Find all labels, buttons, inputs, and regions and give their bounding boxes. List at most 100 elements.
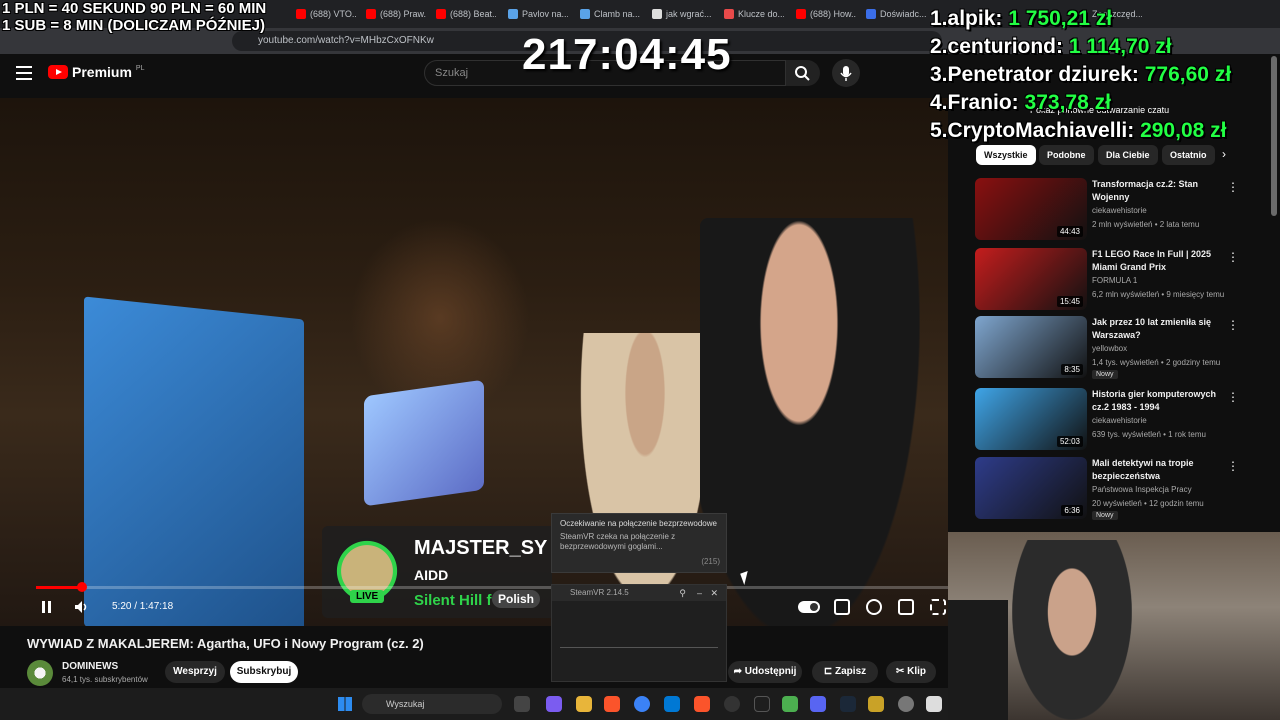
browser-tab[interactable]: Clamb na... [580, 4, 640, 24]
browser-tab[interactable]: (688) How... [796, 4, 856, 24]
browser-tab[interactable]: Doświadc... [866, 4, 926, 24]
chip-all[interactable]: Wszystkie [976, 145, 1036, 165]
recommended-video[interactable]: 15:45 F1 LEGO Race In Full | 2025 Miami … [975, 248, 1255, 310]
progress-bar[interactable] [36, 586, 948, 589]
tab-label: (688) Beat... [450, 9, 496, 19]
volume-button[interactable] [74, 600, 90, 614]
tab-label: Klucze do... [738, 9, 784, 19]
donation-rule: 1 PLN = 40 SEKUND 90 PLN = 60 MIN [2, 0, 267, 17]
support-button[interactable]: Wesprzyj [165, 661, 225, 683]
logo-region: PL [135, 64, 145, 72]
terminal-icon[interactable] [754, 696, 770, 712]
leaderboard-name: Franio: [947, 91, 1019, 114]
recommended-video[interactable]: 44:43 Transformacja cz.2: Stan Wojenny c… [975, 178, 1255, 240]
divider [560, 647, 718, 648]
fullscreen-icon[interactable] [930, 599, 946, 615]
tab-label: Pavlov na... [522, 9, 568, 19]
pause-icon [42, 601, 45, 613]
browser-tab[interactable]: Pavlov na... [508, 4, 568, 24]
progress-bar-fill [36, 586, 82, 589]
recommended-title: Mali detektywi na tropie bezpieczeństwa [1092, 458, 1194, 481]
google-icon [652, 9, 662, 19]
chevron-right-icon[interactable]: › [1222, 147, 1226, 161]
browser-tab[interactable]: Klucze do... [724, 4, 784, 24]
steam-icon [508, 9, 518, 19]
recommended-title: Jak przez 10 lat zmieniła się Warszawa? [1092, 317, 1212, 340]
youtube-logo[interactable]: Premium PL [48, 64, 144, 80]
steam-icon[interactable] [840, 696, 856, 712]
brave-icon[interactable] [694, 696, 710, 712]
video-thumbnail: 52:03 [975, 388, 1087, 450]
channel-name[interactable]: DOMINEWS [62, 661, 118, 672]
new-badge: Nowy [1092, 370, 1118, 379]
donation-rule: 1 SUB = 8 MIN (DOLICZAM PÓŹNIEJ) [2, 17, 265, 34]
minimize-icon[interactable]: – [697, 585, 702, 601]
more-options-icon[interactable]: ⋮ [1227, 250, 1239, 264]
page-scrollbar[interactable] [1271, 56, 1277, 216]
chip-related[interactable]: Podobne [1039, 145, 1094, 165]
chip-recent[interactable]: Ostatnio [1162, 145, 1215, 165]
close-icon[interactable]: ✕ [710, 585, 718, 601]
more-options-icon[interactable]: ⋮ [1227, 180, 1239, 194]
share-button[interactable]: ➦ Udostępnij [728, 661, 802, 683]
steamvr-notification[interactable]: Oczekiwanie na połączenie bezprzewodowe … [551, 513, 727, 573]
taskbar-search-input[interactable]: Wyszukaj [362, 694, 502, 714]
folder-icon[interactable] [868, 696, 884, 712]
discord-icon[interactable] [810, 696, 826, 712]
notification-title: Oczekiwanie na połączenie bezprzewodowe [560, 519, 717, 528]
leaderboard-name: alpik: [947, 7, 1003, 30]
chrome-icon[interactable] [634, 696, 650, 712]
app-icon[interactable] [782, 696, 798, 712]
more-options-icon[interactable]: ⋮ [1227, 318, 1239, 332]
vr-icon[interactable] [926, 696, 942, 712]
donation-rules: 1 PLN = 40 SEKUND 90 PLN = 60 MIN 1 SUB … [2, 0, 266, 34]
more-options-icon[interactable]: ⋮ [1227, 390, 1239, 404]
recommended-video[interactable]: 6:36 Mali detektywi na tropie bezpieczeń… [975, 457, 1255, 520]
key-icon [724, 9, 734, 19]
progress-scrubber[interactable] [76, 582, 87, 592]
recommended-title: F1 LEGO Race In Full | 2025 Miami Grand … [1092, 249, 1212, 272]
chip-for-you[interactable]: Dla Ciebie [1098, 145, 1158, 165]
subscribe-button[interactable]: Subskrybuj [230, 661, 298, 683]
video-thumbnail: 15:45 [975, 248, 1087, 310]
settings-gear-icon[interactable] [866, 599, 882, 615]
autoplay-toggle[interactable] [798, 601, 820, 613]
leaderboard-rank: 2. [930, 35, 948, 58]
recommended-video[interactable]: 52:03 Historia gier komputerowych cz.2 1… [975, 388, 1255, 450]
browser-tab[interactable]: jak wgrać... [652, 4, 712, 24]
store-icon[interactable] [664, 696, 680, 712]
subtitles-icon[interactable] [834, 599, 850, 615]
recommended-title: Historia gier komputerowych cz.2 1983 - … [1092, 389, 1217, 412]
browser-tab[interactable]: (688) VTO... [296, 4, 356, 24]
task-view-icon[interactable] [514, 696, 530, 712]
channel-avatar[interactable] [27, 660, 53, 686]
file-explorer-icon[interactable] [576, 696, 592, 712]
hamburger-menu-icon[interactable] [16, 66, 32, 80]
leaderboard-name: CryptoMachiavelli: [947, 119, 1135, 142]
browser-tab[interactable]: (688) Beat... [436, 4, 496, 24]
pause-button[interactable] [42, 600, 54, 614]
donation-leaderboard: 1.alpik: 1 750,21 zł 2.centuriond: 1 114… [930, 5, 1231, 145]
theater-mode-icon[interactable] [898, 599, 914, 615]
video-thumbnail: 44:43 [975, 178, 1087, 240]
obs-icon[interactable] [724, 696, 740, 712]
tab-label: (688) VTO... [310, 9, 356, 19]
windows-start-icon[interactable] [338, 697, 352, 711]
clip-button[interactable]: ✂ Klip [886, 661, 936, 683]
recommended-video[interactable]: 8:35 Jak przez 10 lat zmieniła się Warsz… [975, 316, 1255, 379]
browser-tab[interactable]: (688) Praw... [366, 4, 426, 24]
leaderboard-amount: 776,60 zł [1144, 63, 1232, 86]
recommended-channel: yellowbox [1092, 344, 1128, 353]
settings-icon[interactable] [898, 696, 914, 712]
search-button[interactable] [786, 60, 820, 86]
pin-icon[interactable]: ⚲ [679, 585, 686, 601]
now-playing-title: MAJSTER_SY [414, 537, 548, 559]
leaderboard-amount: 1 750,21 zł [1008, 7, 1113, 30]
steamvr-window[interactable]: SteamVR 2.14.5 ⚲ – ✕ [551, 584, 727, 682]
voice-search-button[interactable] [832, 59, 860, 87]
brave-icon[interactable] [604, 696, 620, 712]
save-button[interactable]: ⊏ Zapisz [812, 661, 878, 683]
more-options-icon[interactable]: ⋮ [1227, 459, 1239, 473]
copilot-icon[interactable] [546, 696, 562, 712]
meta-icon [866, 9, 876, 19]
